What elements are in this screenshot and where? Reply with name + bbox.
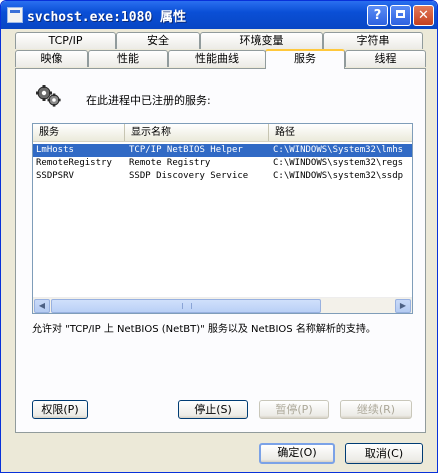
cell-path: C:\WINDOWS\system32\regs	[273, 158, 404, 168]
table-row[interactable]: RemoteRegistry Remote Registry C:\WINDOW…	[33, 157, 412, 170]
permissions-button[interactable]: 权限(P)	[32, 400, 88, 419]
column-header-path[interactable]: 路径	[269, 124, 412, 141]
tab-image[interactable]: 映像	[15, 50, 88, 67]
tab-services[interactable]: 服务	[265, 49, 345, 69]
cell-path: C:\WINDOWS\system32\ssdp	[273, 171, 404, 181]
service-description: 允许对 "TCP/IP 上 NetBIOS (NetBT)" 服务以及 NetB…	[32, 324, 376, 335]
services-gears-icon	[36, 85, 61, 107]
tab-performance-graph[interactable]: 性能曲线	[168, 50, 266, 67]
tab-strings[interactable]: 字符串	[323, 32, 423, 49]
title-bar[interactable]: svchost.exe:1080 属性 ? ✕	[1, 1, 437, 29]
scroll-left-button[interactable]: ◀	[34, 299, 50, 313]
window-title: svchost.exe:1080 属性	[27, 10, 187, 25]
tab-performance[interactable]: 性能	[88, 50, 168, 67]
cell-display-name: TCP/IP NetBIOS Helper	[129, 145, 243, 155]
tab-tcpip[interactable]: TCP/IP	[15, 32, 116, 49]
list-header: 服务 显示名称 路径	[33, 124, 412, 142]
column-header-display-name[interactable]: 显示名称	[125, 124, 269, 141]
services-heading: 在此进程中已注册的服务:	[86, 94, 211, 107]
scroll-right-button[interactable]: ▶	[395, 299, 411, 313]
scroll-grip-icon	[182, 303, 192, 309]
resume-button[interactable]: 继续(R)	[340, 400, 412, 419]
table-row[interactable]: SSDPSRV SSDP Discovery Service C:\WINDOW…	[33, 170, 412, 183]
cell-service: SSDPSRV	[36, 171, 74, 181]
tab-environment[interactable]: 环境变量	[200, 32, 323, 49]
cancel-button[interactable]: 取消(C)	[345, 443, 423, 464]
column-header-service[interactable]: 服务	[33, 124, 125, 141]
services-list[interactable]: 服务 显示名称 路径 LmHosts TCP/IP NetBIOS Helper…	[32, 123, 413, 314]
services-panel: 在此进程中已注册的服务: 服务 显示名称 路径 LmHosts TCP/IP N…	[15, 68, 426, 433]
window-app-icon	[7, 7, 23, 23]
tab-threads[interactable]: 线程	[345, 50, 426, 67]
cell-path: C:\WINDOWS\System32\lmhs	[273, 145, 404, 155]
help-button[interactable]: ?	[367, 5, 388, 26]
stop-button[interactable]: 停止(S)	[178, 400, 248, 419]
ok-button[interactable]: 确定(O)	[259, 443, 335, 464]
close-button[interactable]: ✕	[413, 5, 434, 26]
maximize-button[interactable]	[390, 5, 411, 26]
scroll-thumb[interactable]	[51, 299, 321, 313]
table-row[interactable]: LmHosts TCP/IP NetBIOS Helper C:\WINDOWS…	[33, 144, 412, 157]
cell-display-name: Remote Registry	[129, 158, 211, 168]
pause-button[interactable]: 暂停(P)	[259, 400, 329, 419]
cell-display-name: SSDP Discovery Service	[129, 171, 249, 181]
cell-service: LmHosts	[36, 145, 74, 155]
cell-service: RemoteRegistry	[36, 158, 112, 168]
maximize-icon	[396, 10, 405, 18]
tab-security[interactable]: 安全	[116, 32, 200, 49]
properties-window: svchost.exe:1080 属性 ? ✕ TCP/IP 安全 环境变量 字…	[0, 0, 438, 473]
horizontal-scrollbar[interactable]: ◀ ▶	[33, 297, 412, 313]
